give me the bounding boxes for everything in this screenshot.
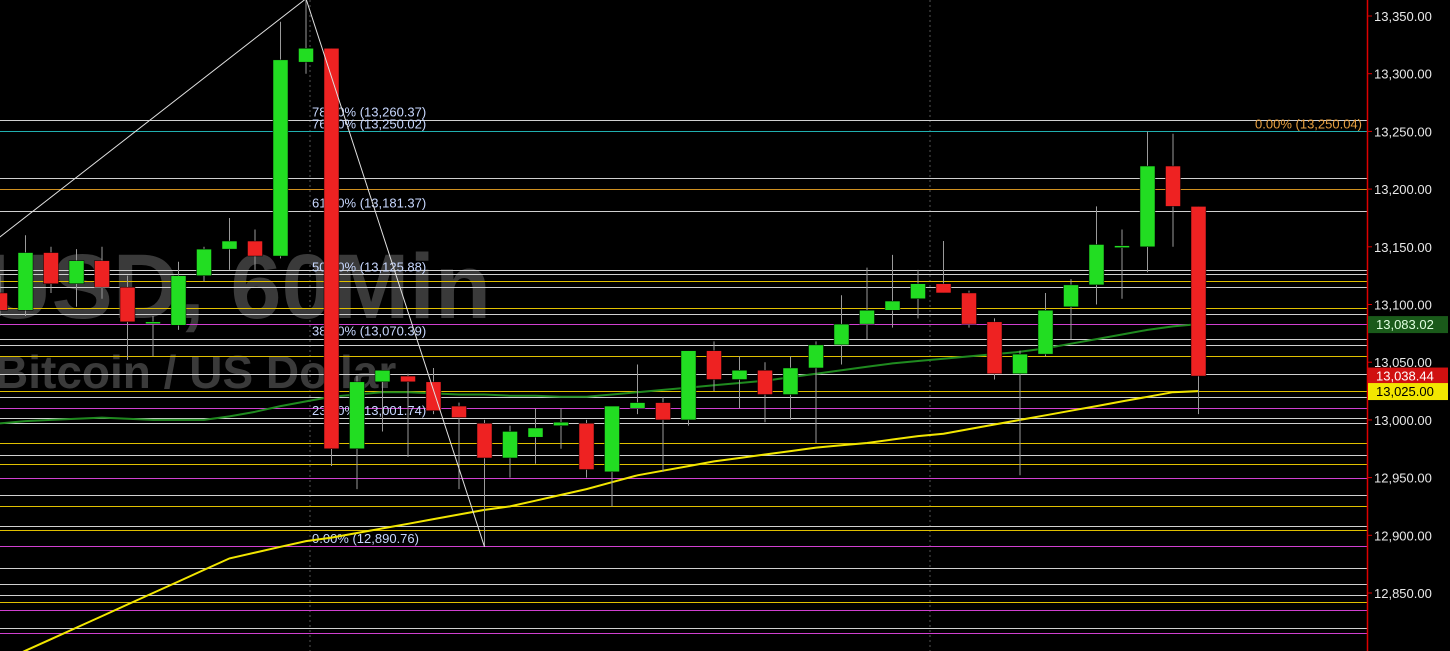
candle-bearish: [1190, 206, 1207, 377]
candle-bullish: [221, 240, 238, 250]
candle-bullish: [604, 405, 620, 473]
y-axis-label: 13,200.00: [1374, 182, 1432, 197]
candle-bullish: [910, 283, 926, 299]
candle-bearish: [655, 402, 671, 421]
candle-bullish: [1088, 244, 1105, 286]
candle-bullish: [833, 323, 850, 346]
candle-bullish: [1012, 353, 1028, 374]
candle-bullish: [374, 370, 391, 383]
candle-bullish: [527, 427, 544, 438]
candle-bullish: [272, 59, 289, 257]
candle-bearish: [1165, 165, 1181, 207]
candle-bullish: [859, 310, 875, 325]
candle-bullish: [782, 367, 799, 395]
candle-bearish: [961, 292, 977, 325]
y-axis-label: 12,950.00: [1374, 471, 1432, 486]
y-axis-label: 13,300.00: [1374, 67, 1432, 82]
candle-bearish: [476, 423, 493, 459]
price-tag-label: 13,025.00: [1376, 384, 1434, 399]
y-axis-label: 13,250.00: [1374, 124, 1432, 139]
candle-bullish: [1037, 310, 1054, 355]
candle-bullish: [502, 431, 518, 459]
y-axis-label: 13,150.00: [1374, 240, 1432, 255]
candle-bullish: [349, 381, 365, 449]
price-chart[interactable]: USD, 60Min Bitcoin / US Dollar 78.60% (1…: [0, 0, 1450, 651]
candle-bearish: [986, 321, 1003, 374]
candle-bullish: [808, 344, 824, 369]
candle-bearish: [757, 370, 773, 395]
candle-bearish: [706, 350, 722, 380]
candle-bearish: [94, 260, 110, 288]
candle-bearish: [247, 240, 263, 257]
y-axis-label: 13,350.00: [1374, 9, 1432, 24]
candle-bearish: [0, 292, 8, 311]
candle-bullish: [553, 421, 569, 426]
candle-bullish: [629, 402, 646, 409]
candle-bearish: [119, 286, 136, 323]
candle-bearish: [935, 283, 952, 294]
candle-bullish: [17, 252, 34, 311]
candle-bearish: [451, 405, 467, 418]
candle-bullish: [145, 321, 161, 325]
candle-bullish: [170, 275, 187, 326]
fib-level-label-right: 0.00% (13,250.04): [1255, 116, 1362, 131]
candle-bearish: [43, 252, 59, 284]
y-axis-label: 12,900.00: [1374, 528, 1432, 543]
y-axis-label: 12,850.00: [1374, 586, 1432, 601]
candle-bullish: [1063, 284, 1079, 308]
candle-bearish: [323, 48, 340, 449]
y-axis-label: 13,100.00: [1374, 298, 1432, 313]
y-axis-label: 13,000.00: [1374, 413, 1432, 428]
candle-bullish: [1114, 245, 1130, 248]
candle-bullish: [196, 248, 212, 276]
candle-bullish: [884, 300, 901, 311]
price-tag-label: 13,038.44: [1376, 369, 1434, 384]
candle-bullish: [731, 370, 748, 380]
candle-bullish: [68, 260, 85, 284]
candle-bullish: [680, 350, 697, 421]
candle-bullish: [1139, 165, 1156, 248]
candle-bullish: [298, 48, 314, 63]
price-tag-label: 13,083.02: [1376, 317, 1434, 332]
candle-bearish: [400, 375, 416, 383]
candle-bearish: [578, 423, 595, 470]
